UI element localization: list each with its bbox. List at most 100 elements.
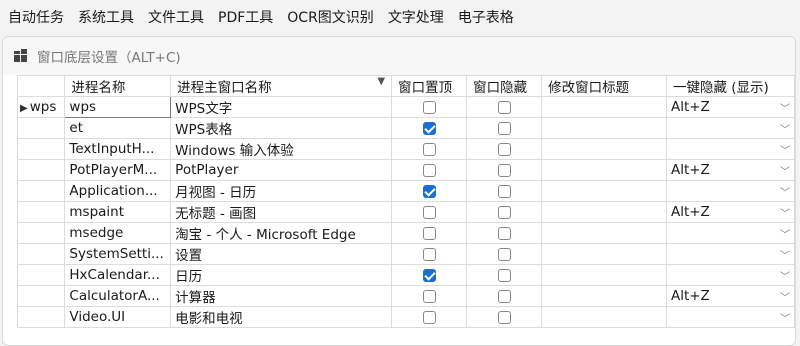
table-row[interactable]: msedge 淘宝 - 个人 - Microsoft Edge ﹀	[16, 222, 795, 244]
hotkey-combobox[interactable]: ﹀	[665, 180, 795, 202]
row-header[interactable]	[16, 264, 66, 286]
menu-pdf-tools[interactable]: PDF工具	[218, 7, 273, 27]
window-top-checkbox[interactable]	[422, 121, 436, 135]
process-name-cell[interactable]: wps	[64, 96, 172, 118]
window-top-checkbox[interactable]	[422, 226, 436, 240]
table-row[interactable]: SystemSetti... 设置 ﹀	[16, 243, 795, 265]
process-name-cell[interactable]: Video.UI	[64, 306, 172, 328]
chevron-down-icon[interactable]: ﹀	[780, 142, 790, 157]
table-row[interactable]: Video.UI 电影和电视 ﹀	[16, 306, 795, 328]
hotkey-combobox[interactable]: Alt+Z ﹀	[665, 159, 795, 181]
menu-system-tools[interactable]: 系统工具	[78, 7, 134, 27]
process-name-cell[interactable]: SystemSetti...	[64, 243, 172, 265]
menu-ocr[interactable]: OCR图文识别	[287, 7, 374, 27]
row-header[interactable]	[16, 138, 66, 160]
table-row[interactable]: TextInputH... Windows 输入体验 ﹀	[16, 138, 795, 160]
row-header[interactable]	[16, 243, 66, 265]
window-top-checkbox[interactable]	[422, 163, 436, 177]
window-top-checkbox[interactable]	[422, 100, 436, 114]
window-name-cell[interactable]: 月视图 - 日历	[170, 180, 393, 202]
window-name-cell[interactable]: 无标题 - 画图	[170, 201, 393, 223]
window-top-checkbox[interactable]	[422, 142, 436, 156]
window-top-checkbox[interactable]	[422, 205, 436, 219]
window-name-cell[interactable]: 设置	[170, 243, 393, 265]
row-header[interactable]	[16, 222, 66, 244]
window-hide-checkbox[interactable]	[497, 184, 511, 198]
process-name-cell[interactable]: PotPlayerM...	[64, 159, 172, 181]
window-name-cell[interactable]: 淘宝 - 个人 - Microsoft Edge	[170, 222, 393, 244]
chevron-down-icon[interactable]: ﹀	[780, 268, 790, 283]
window-hide-checkbox[interactable]	[497, 247, 511, 261]
window-hide-checkbox[interactable]	[497, 226, 511, 240]
menu-file-tools[interactable]: 文件工具	[148, 7, 204, 27]
window-hide-checkbox[interactable]	[497, 310, 511, 324]
row-header[interactable]	[16, 306, 66, 328]
modify-title-cell[interactable]	[541, 180, 667, 202]
process-name-cell[interactable]: mspaint	[64, 201, 172, 223]
process-name-cell[interactable]: Application...	[64, 180, 172, 202]
process-name-cell[interactable]: et	[64, 117, 172, 139]
chevron-down-icon[interactable]: ﹀	[780, 205, 790, 220]
menu-auto-task[interactable]: 自动任务	[8, 7, 64, 27]
chevron-down-icon[interactable]: ﹀	[780, 226, 790, 241]
process-name-cell[interactable]: TextInputH...	[64, 138, 172, 160]
window-hide-checkbox[interactable]	[497, 163, 511, 177]
modify-title-cell[interactable]	[541, 138, 667, 160]
hotkey-combobox[interactable]: ﹀	[665, 222, 795, 244]
window-name-cell[interactable]: PotPlayer	[170, 159, 393, 181]
col-process-name[interactable]: 进程名称	[64, 75, 172, 97]
modify-title-cell[interactable]	[541, 117, 667, 139]
modify-title-cell[interactable]	[541, 285, 667, 307]
process-name-cell[interactable]: CalculatorA...	[64, 285, 172, 307]
window-top-checkbox[interactable]	[422, 247, 436, 261]
window-name-cell[interactable]: 日历	[170, 264, 393, 286]
modify-title-cell[interactable]	[541, 222, 667, 244]
hotkey-combobox[interactable]: ﹀	[665, 138, 795, 160]
table-row[interactable]: ▶ wps wps WPS文字 Alt+Z ﹀	[16, 96, 795, 118]
table-row[interactable]: PotPlayerM... PotPlayer Alt+Z ﹀	[16, 159, 795, 181]
chevron-down-icon[interactable]: ﹀	[780, 310, 790, 325]
row-header[interactable]	[16, 201, 66, 223]
col-window-name[interactable]: 进程主窗口名称 ▼	[170, 75, 393, 97]
modify-title-cell[interactable]	[541, 201, 667, 223]
window-hide-checkbox[interactable]	[497, 121, 511, 135]
window-top-checkbox[interactable]	[422, 289, 436, 303]
row-header[interactable]	[16, 285, 66, 307]
window-top-checkbox[interactable]	[422, 310, 436, 324]
window-top-checkbox[interactable]	[422, 184, 436, 198]
window-name-cell[interactable]: 电影和电视	[170, 306, 393, 328]
hotkey-combobox[interactable]: Alt+Z ﹀	[665, 96, 795, 118]
chevron-down-icon[interactable]: ﹀	[780, 121, 790, 136]
hotkey-combobox[interactable]: ﹀	[665, 243, 795, 265]
modify-title-cell[interactable]	[541, 243, 667, 265]
window-hide-checkbox[interactable]	[497, 100, 511, 114]
window-name-cell[interactable]: 计算器	[170, 285, 393, 307]
chevron-down-icon[interactable]: ﹀	[780, 184, 790, 199]
process-name-cell[interactable]: HxCalendar...	[64, 264, 172, 286]
modify-title-cell[interactable]	[541, 96, 667, 118]
hotkey-combobox[interactable]: ﹀	[665, 264, 795, 286]
table-row[interactable]: Application... 月视图 - 日历 ﹀	[16, 180, 795, 202]
chevron-down-icon[interactable]: ﹀	[780, 100, 790, 115]
menu-text-processing[interactable]: 文字处理	[388, 7, 444, 27]
hotkey-combobox[interactable]: Alt+Z ﹀	[665, 201, 795, 223]
chevron-down-icon[interactable]: ﹀	[780, 247, 790, 262]
table-row[interactable]: et WPS表格 ﹀	[16, 117, 795, 139]
row-header[interactable]	[16, 117, 66, 139]
table-row[interactable]: HxCalendar... 日历 ﹀	[16, 264, 795, 286]
col-window-top[interactable]: 窗口置顶	[391, 75, 468, 97]
window-name-cell[interactable]: WPS表格	[170, 117, 393, 139]
table-row[interactable]: CalculatorA... 计算器 Alt+Z ﹀	[16, 285, 795, 307]
col-hotkey[interactable]: 一键隐藏 (显示)	[665, 75, 795, 97]
menu-spreadsheet[interactable]: 电子表格	[458, 7, 514, 27]
table-row[interactable]: mspaint 无标题 - 画图 Alt+Z ﹀	[16, 201, 795, 223]
modify-title-cell[interactable]	[541, 264, 667, 286]
window-hide-checkbox[interactable]	[497, 268, 511, 282]
window-grid[interactable]: 进程名称 进程主窗口名称 ▼ 窗口置顶 窗口隐藏 修改窗口标题 一键隐藏 (显示)…	[16, 75, 795, 328]
row-header[interactable]	[16, 180, 66, 202]
sort-arrow-icon[interactable]: ▼	[377, 77, 385, 88]
col-window-hide[interactable]: 窗口隐藏	[466, 75, 543, 97]
modify-title-cell[interactable]	[541, 159, 667, 181]
window-hide-checkbox[interactable]	[497, 142, 511, 156]
window-top-checkbox[interactable]	[422, 268, 436, 282]
